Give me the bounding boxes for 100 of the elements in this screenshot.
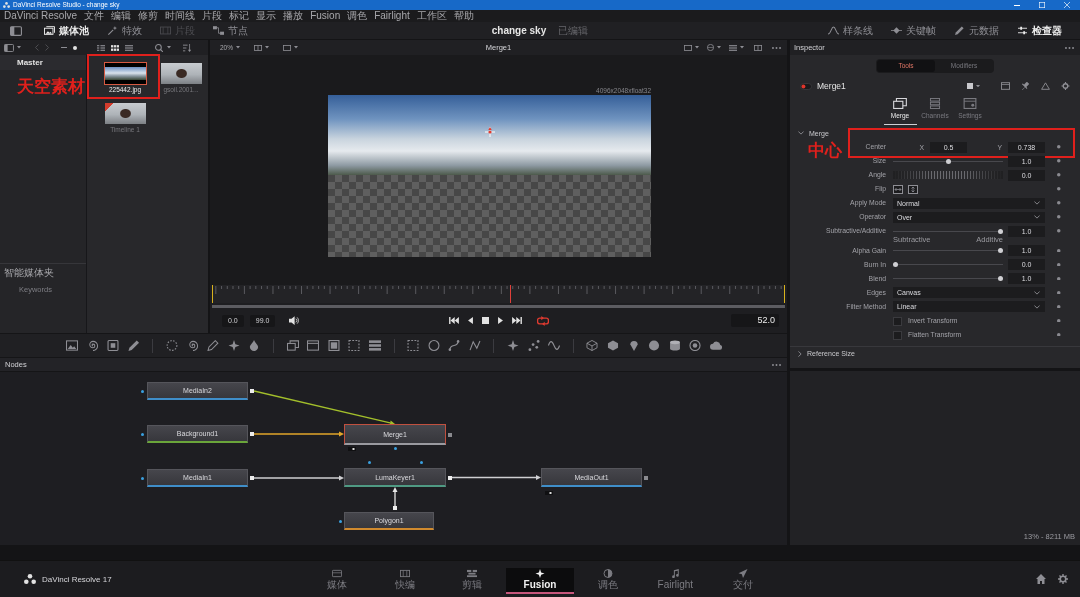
keyframe-dot-icon[interactable] bbox=[1057, 332, 1061, 337]
slider-track[interactable] bbox=[893, 228, 1003, 234]
play-icon[interactable] bbox=[497, 317, 503, 324]
close-icon[interactable] bbox=[1064, 2, 1070, 8]
pin-icon[interactable] bbox=[1021, 82, 1030, 90]
flip-vertical-icon[interactable] bbox=[908, 184, 918, 194]
skip-forward-icon[interactable] bbox=[511, 317, 522, 324]
keyframe-dot-icon[interactable] bbox=[1057, 290, 1061, 295]
list-icon[interactable] bbox=[125, 44, 133, 51]
gear-icon[interactable] bbox=[1061, 82, 1070, 90]
rectangle-icon[interactable] bbox=[684, 44, 692, 51]
swirl-icon[interactable] bbox=[86, 340, 99, 351]
caret-icon[interactable] bbox=[265, 46, 269, 49]
menu-item[interactable]: 显示 bbox=[256, 10, 277, 22]
keyframe-dot-icon[interactable] bbox=[1057, 215, 1061, 219]
slider-track[interactable] bbox=[893, 262, 1003, 267]
split-view-icon[interactable] bbox=[754, 44, 762, 51]
dotted-circle-icon[interactable] bbox=[165, 340, 178, 351]
window-icon[interactable] bbox=[307, 340, 320, 351]
brush-icon[interactable] bbox=[127, 340, 140, 351]
loop-icon[interactable] bbox=[536, 315, 549, 326]
list-icon[interactable] bbox=[97, 44, 105, 51]
current-time-field[interactable]: 52.0 bbox=[731, 314, 779, 327]
swatch-dropdown[interactable] bbox=[967, 83, 980, 89]
menu-item[interactable]: DaVinci Resolve bbox=[4, 10, 78, 22]
curve-icon[interactable] bbox=[448, 340, 461, 351]
thumbnail-photo[interactable] bbox=[160, 63, 202, 84]
rectangle-icon[interactable] bbox=[283, 44, 291, 51]
circle-icon[interactable] bbox=[707, 44, 714, 51]
caret-icon[interactable] bbox=[167, 46, 171, 49]
image-icon[interactable] bbox=[66, 340, 78, 351]
drop-icon[interactable] bbox=[248, 340, 261, 351]
crosshair-icon[interactable] bbox=[485, 127, 495, 137]
dashed-square-icon[interactable] bbox=[348, 340, 361, 351]
page-tab[interactable]: 剪辑 bbox=[438, 567, 507, 594]
square-icon[interactable] bbox=[327, 340, 340, 351]
maximize-icon[interactable] bbox=[1039, 2, 1045, 8]
swirl-icon[interactable] bbox=[186, 340, 199, 351]
square-icon[interactable] bbox=[107, 340, 120, 351]
caret-icon[interactable] bbox=[294, 46, 298, 49]
keyframe-dot-icon[interactable] bbox=[1057, 248, 1061, 253]
toolbar-button[interactable]: 媒体池 bbox=[44, 24, 89, 37]
page-tab[interactable]: Fairlight bbox=[641, 567, 710, 594]
toolbar-button[interactable]: 检查器 bbox=[1017, 24, 1062, 37]
grid-icon[interactable] bbox=[111, 44, 119, 51]
stop-icon[interactable] bbox=[481, 317, 489, 324]
keyframe-dot-icon[interactable] bbox=[1057, 229, 1061, 233]
sparkle-icon[interactable] bbox=[507, 340, 520, 351]
menu-item[interactable]: 标记 bbox=[229, 10, 250, 22]
rectangle-icon[interactable] bbox=[1001, 82, 1010, 90]
cube-icon[interactable] bbox=[586, 340, 599, 351]
keyframe-dot-icon[interactable] bbox=[1057, 187, 1061, 191]
polyline-icon[interactable] bbox=[468, 340, 481, 351]
caret-icon[interactable] bbox=[695, 46, 699, 49]
thumbwheel[interactable] bbox=[893, 171, 1003, 179]
checkbox[interactable] bbox=[893, 316, 902, 326]
dot-icon[interactable] bbox=[368, 461, 371, 464]
slider-thumb[interactable] bbox=[893, 262, 898, 267]
dot-icon[interactable] bbox=[73, 45, 77, 50]
page-tab[interactable]: 交付 bbox=[709, 567, 777, 594]
wave-icon[interactable] bbox=[548, 340, 561, 351]
more-icon[interactable] bbox=[772, 46, 781, 49]
page-tab[interactable]: Fusion bbox=[506, 567, 574, 594]
menu-item[interactable]: 工作区 bbox=[416, 10, 447, 22]
menu-item[interactable]: 调色 bbox=[347, 10, 368, 22]
page-tab[interactable]: 调色 bbox=[573, 567, 642, 594]
caret-icon[interactable] bbox=[740, 46, 744, 49]
cube-icon[interactable] bbox=[607, 340, 620, 351]
minimize-icon[interactable] bbox=[1014, 4, 1020, 6]
keyframe-dot-icon[interactable] bbox=[1057, 262, 1061, 267]
bin-item[interactable]: Master bbox=[0, 55, 86, 70]
toolbar-button[interactable]: 节点 bbox=[213, 24, 248, 37]
slider-track[interactable] bbox=[893, 276, 1003, 281]
slider-thumb[interactable] bbox=[998, 248, 1003, 253]
port-icon[interactable] bbox=[448, 475, 452, 480]
menu-item[interactable]: 文件 bbox=[84, 10, 105, 22]
keyframe-dot-icon[interactable] bbox=[1057, 304, 1061, 309]
scatter-icon[interactable] bbox=[527, 340, 540, 351]
dot-icon[interactable] bbox=[420, 461, 423, 464]
caret-icon[interactable] bbox=[17, 46, 21, 49]
sidebar-toggle-icon[interactable] bbox=[10, 25, 22, 36]
triangle-icon[interactable] bbox=[1041, 82, 1050, 90]
thumbnail-photo[interactable] bbox=[104, 103, 146, 124]
toggle-switch[interactable] bbox=[800, 82, 812, 90]
more-icon[interactable] bbox=[772, 363, 781, 366]
skip-back-icon[interactable] bbox=[448, 317, 459, 324]
sparkle-icon[interactable] bbox=[227, 340, 240, 351]
keyframe-dot-icon[interactable] bbox=[1057, 145, 1061, 149]
slider-thumb[interactable] bbox=[998, 276, 1003, 281]
toolbar-button[interactable]: 特效 bbox=[107, 24, 142, 37]
keyframe-dot-icon[interactable] bbox=[1057, 173, 1061, 177]
sort-icon[interactable] bbox=[183, 43, 191, 52]
page-tab[interactable]: 媒体 bbox=[303, 567, 371, 594]
speaker-icon[interactable] bbox=[289, 316, 300, 325]
thumbnail-photo[interactable] bbox=[104, 63, 146, 84]
settings-icon[interactable] bbox=[1058, 574, 1068, 584]
slider-thumb[interactable] bbox=[945, 158, 951, 164]
dot-icon[interactable] bbox=[339, 519, 342, 523]
checkbox[interactable] bbox=[893, 330, 902, 340]
stack-icon[interactable] bbox=[368, 340, 381, 351]
